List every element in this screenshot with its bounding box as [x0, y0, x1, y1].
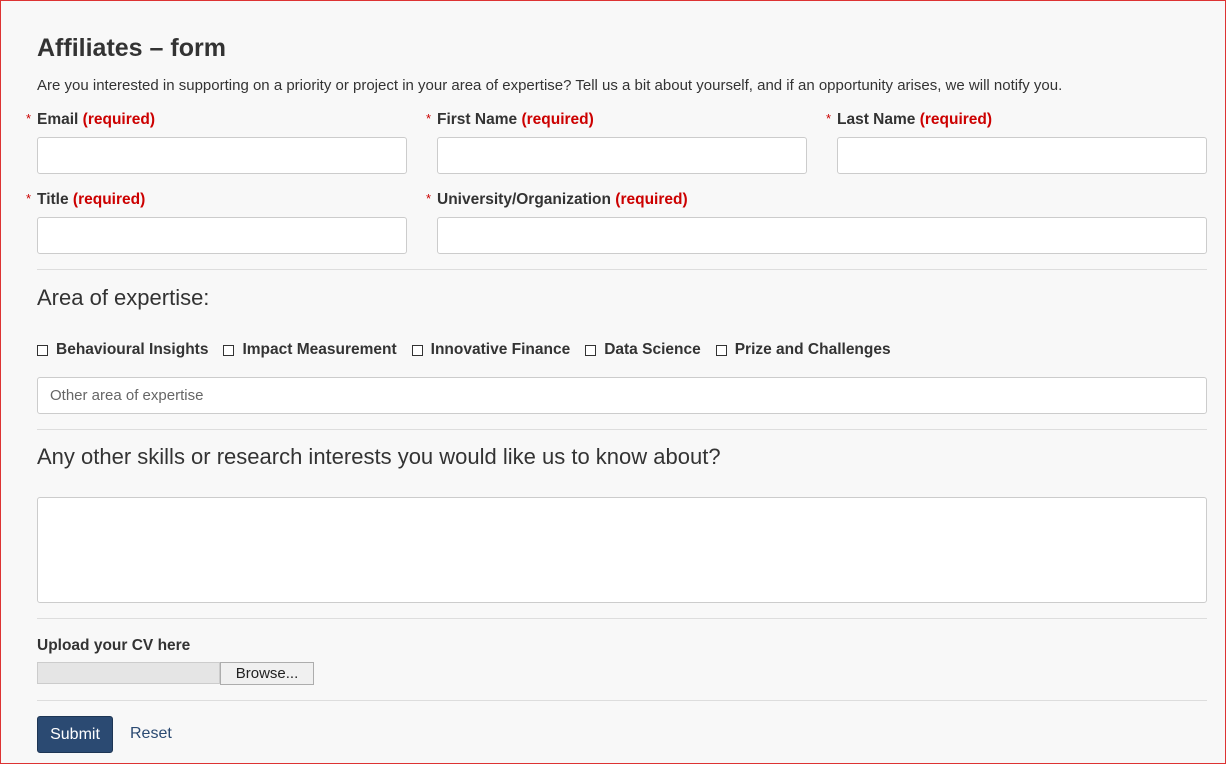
file-path-field[interactable] — [37, 662, 220, 684]
required-text: (required) — [82, 111, 156, 128]
required-text: (required) — [615, 191, 688, 208]
required-asterisk: * — [426, 191, 432, 206]
expertise-option-innovative-finance[interactable]: Innovative Finance — [411, 341, 571, 359]
divider — [37, 429, 1207, 430]
expertise-option-prize-and-challenges[interactable]: Prize and Challenges — [715, 341, 891, 359]
expertise-option-label: Behavioural Insights — [56, 341, 209, 358]
required-asterisk: * — [26, 111, 32, 126]
checkbox[interactable] — [223, 344, 235, 356]
title-label: * Title (required) — [26, 191, 146, 209]
email-label-text: Email — [37, 111, 79, 128]
expertise-heading: Area of expertise: — [37, 285, 210, 310]
required-text: (required) — [521, 111, 594, 128]
expertise-option-behavioural-insights[interactable]: Behavioural Insights — [37, 341, 208, 359]
page-title: Affiliates – form — [37, 34, 226, 62]
organization-label: * University/Organization (required) — [426, 191, 688, 209]
divider — [37, 700, 1207, 701]
required-asterisk: * — [26, 191, 32, 206]
first-name-label-text: First Name — [437, 111, 518, 128]
expertise-option-label: Prize and Challenges — [734, 341, 891, 358]
organization-field[interactable] — [437, 217, 1207, 254]
checkbox[interactable] — [37, 344, 48, 356]
last-name-field[interactable] — [837, 137, 1207, 174]
checkbox[interactable] — [585, 344, 597, 356]
skills-textarea[interactable] — [37, 497, 1207, 603]
expertise-options: Behavioural Insights Impact Measurement … — [37, 341, 906, 359]
required-text: (required) — [72, 191, 146, 208]
browse-button[interactable]: Browse... — [220, 662, 314, 685]
form-intro: Are you interested in supporting on a pr… — [37, 77, 1063, 94]
email-field[interactable] — [37, 137, 407, 174]
divider — [37, 618, 1207, 619]
checkbox[interactable] — [715, 344, 727, 356]
expertise-option-label: Data Science — [604, 341, 701, 358]
title-label-text: Title — [37, 191, 69, 208]
email-label: * Email (required) — [26, 111, 156, 129]
first-name-label: * First Name (required) — [426, 111, 594, 129]
submit-button[interactable]: Submit — [37, 716, 113, 753]
expertise-option-data-science[interactable]: Data Science — [585, 341, 701, 359]
reset-link[interactable]: Reset — [130, 725, 172, 743]
expertise-option-impact-measurement[interactable]: Impact Measurement — [223, 341, 397, 359]
required-asterisk: * — [426, 111, 432, 126]
other-expertise-input[interactable] — [37, 377, 1207, 414]
last-name-label: * Last Name (required) — [826, 111, 993, 129]
expertise-option-label: Innovative Finance — [430, 341, 571, 358]
organization-label-text: University/Organization — [437, 191, 611, 208]
expertise-option-label: Impact Measurement — [242, 341, 397, 358]
required-asterisk: * — [826, 111, 832, 126]
title-field[interactable] — [37, 217, 407, 254]
required-text: (required) — [919, 111, 993, 128]
upload-label: Upload your CV here — [37, 637, 191, 654]
divider — [37, 269, 1207, 270]
last-name-label-text: Last Name — [837, 111, 916, 128]
skills-heading: Any other skills or research interests y… — [37, 444, 721, 469]
first-name-field[interactable] — [437, 137, 807, 174]
checkbox[interactable] — [411, 344, 423, 356]
